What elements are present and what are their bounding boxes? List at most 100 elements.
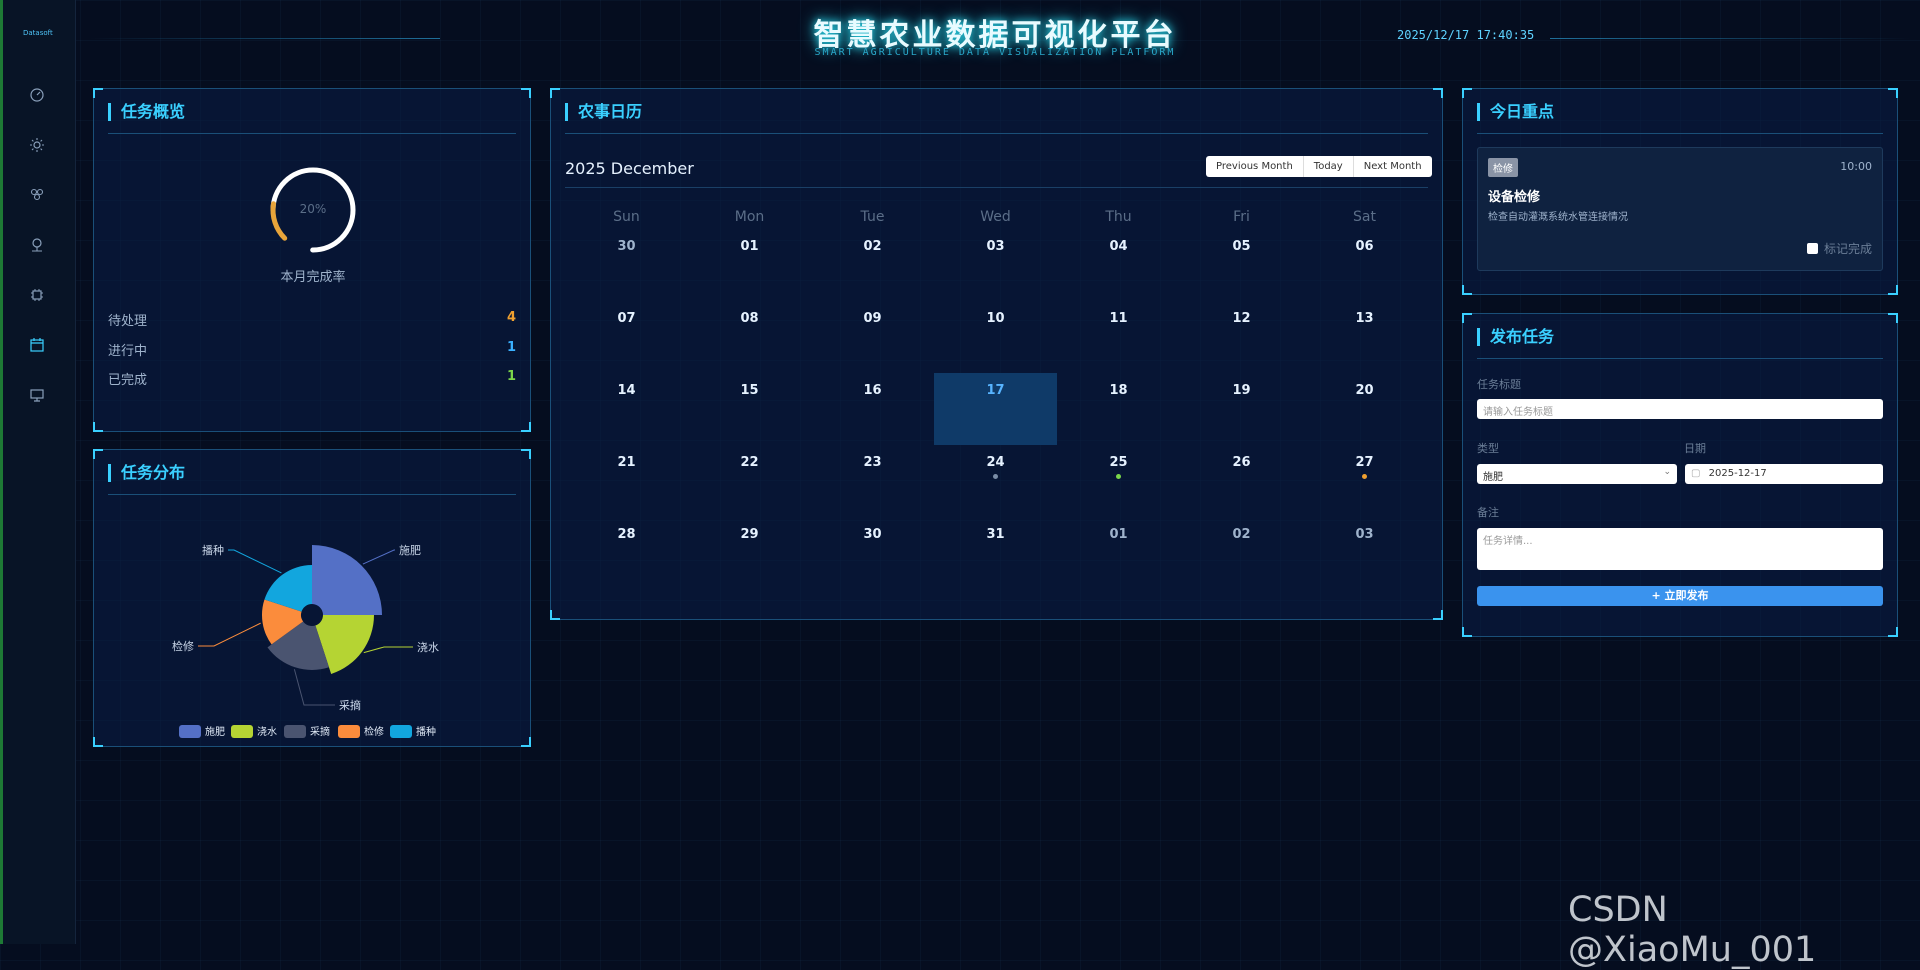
pie-leader-line bbox=[362, 549, 395, 565]
day-number: 10 bbox=[986, 311, 1005, 326]
day-number: 30 bbox=[863, 527, 882, 542]
sun-icon bbox=[30, 138, 44, 152]
calendar-day[interactable]: 17 bbox=[934, 373, 1057, 445]
day-number: 31 bbox=[986, 527, 1005, 542]
prev-month-button[interactable]: Previous Month bbox=[1206, 156, 1304, 177]
task-card[interactable]: 检修 10:00 设备检修 检查自动灌溉系统水管连接情况 标记完成 bbox=[1477, 147, 1883, 271]
calendar-day[interactable]: 16 bbox=[811, 373, 934, 445]
stat-value: 1 bbox=[506, 340, 516, 355]
legend-swatch[interactable] bbox=[179, 725, 201, 738]
checkbox-icon bbox=[1806, 243, 1818, 254]
calendar-day[interactable]: 13 bbox=[1303, 301, 1426, 373]
publish-panel: 发布任务 任务标题 请输入任务标题 类型 施肥 ⌄ 日期 ▢ 2025-12-1… bbox=[1462, 313, 1898, 637]
calendar-day[interactable]: 22 bbox=[688, 445, 811, 517]
type-select[interactable]: 施肥 ⌄ bbox=[1477, 464, 1677, 484]
calendar-day[interactable]: 12 bbox=[1180, 301, 1303, 373]
day-number: 02 bbox=[863, 239, 882, 254]
calendar-day[interactable]: 26 bbox=[1180, 445, 1303, 517]
day-number: 11 bbox=[1109, 311, 1128, 326]
stat-label: 进行中 bbox=[108, 344, 148, 359]
calendar-day[interactable]: 31 bbox=[934, 517, 1057, 589]
calendar-day[interactable]: 27 bbox=[1303, 445, 1426, 517]
legend-label: 浇水 bbox=[257, 725, 277, 738]
legend-label: 检修 bbox=[364, 725, 384, 738]
weekday-header: Fri bbox=[1233, 209, 1250, 225]
nav-dashboard[interactable] bbox=[23, 81, 51, 109]
next-month-button[interactable]: Next Month bbox=[1354, 156, 1432, 177]
weekday-header: Tue bbox=[860, 209, 885, 225]
calendar-day[interactable]: 11 bbox=[1057, 301, 1180, 373]
legend-swatch[interactable] bbox=[338, 725, 360, 738]
calendar-day[interactable]: 30 bbox=[565, 229, 688, 301]
calendar-icon: ▢ bbox=[1691, 468, 1701, 479]
calendar-day[interactable]: 02 bbox=[1180, 517, 1303, 589]
task-title-input[interactable]: 请输入任务标题 bbox=[1477, 399, 1883, 419]
nav-devices[interactable] bbox=[23, 281, 51, 309]
overview-panel: 任务概览 20% 本月完成率 待处理 4 进行中 1 已完成 1 bbox=[93, 88, 531, 432]
day-number: 25 bbox=[1109, 455, 1128, 470]
calendar-day[interactable]: 01 bbox=[1057, 517, 1180, 589]
today-focus-panel: 今日重点 检修 10:00 设备检修 检查自动灌溉系统水管连接情况 标记完成 bbox=[1462, 88, 1898, 295]
location-icon bbox=[32, 238, 42, 252]
legend-swatch[interactable] bbox=[284, 725, 306, 738]
note-textarea[interactable]: 任务详情... bbox=[1477, 528, 1883, 570]
calendar-day[interactable]: 14 bbox=[565, 373, 688, 445]
nav-weather[interactable] bbox=[23, 131, 51, 159]
today-button[interactable]: Today bbox=[1304, 156, 1354, 177]
weekday-header: Sat bbox=[1353, 209, 1376, 225]
calendar-day[interactable]: 24 bbox=[934, 445, 1057, 517]
calendar-day[interactable]: 05 bbox=[1180, 229, 1303, 301]
legend-swatch[interactable] bbox=[390, 725, 412, 738]
calendar-day[interactable]: 15 bbox=[688, 373, 811, 445]
calendar-day[interactable]: 04 bbox=[1057, 229, 1180, 301]
calendar-day[interactable]: 02 bbox=[811, 229, 934, 301]
pie-label: 采摘 bbox=[339, 698, 361, 712]
calendar-day[interactable]: 08 bbox=[688, 301, 811, 373]
distribution-pie-chart: 施肥浇水采摘检修播种施肥 浇水 采摘 检修 播种 bbox=[172, 543, 439, 738]
nav-calendar[interactable] bbox=[23, 331, 51, 359]
event-dot bbox=[1116, 474, 1121, 479]
calendar-day[interactable]: 03 bbox=[1303, 517, 1426, 589]
calendar-day[interactable]: 06 bbox=[1303, 229, 1426, 301]
date-value: 2025-12-17 bbox=[1708, 468, 1767, 479]
pie-label: 检修 bbox=[172, 639, 194, 653]
calendar-day[interactable]: 07 bbox=[565, 301, 688, 373]
day-number: 26 bbox=[1232, 455, 1251, 470]
gauge-percent: 20% bbox=[299, 202, 327, 216]
publish-button[interactable]: + 立即发布 bbox=[1477, 586, 1883, 606]
nav-crops[interactable] bbox=[23, 181, 51, 209]
legend-swatch[interactable] bbox=[231, 725, 253, 738]
day-number: 21 bbox=[617, 455, 636, 470]
calendar-day[interactable]: 29 bbox=[688, 517, 811, 589]
calendar-day[interactable]: 18 bbox=[1057, 373, 1180, 445]
weekday-header: Sun bbox=[613, 209, 640, 225]
stat-label: 已完成 bbox=[108, 373, 148, 388]
pie-slice[interactable] bbox=[312, 545, 382, 615]
calendar-day[interactable]: 20 bbox=[1303, 373, 1426, 445]
event-dot bbox=[1362, 474, 1367, 479]
day-number: 05 bbox=[1232, 239, 1251, 254]
divider bbox=[108, 133, 516, 134]
nav-map[interactable] bbox=[23, 231, 51, 259]
calendar-day[interactable]: 03 bbox=[934, 229, 1057, 301]
mark-done-checkbox[interactable]: 标记完成 bbox=[1806, 240, 1872, 257]
calendar-day[interactable]: 09 bbox=[811, 301, 934, 373]
type-label: 类型 bbox=[1477, 442, 1499, 455]
day-number: 02 bbox=[1232, 527, 1251, 542]
calendar-day[interactable]: 25 bbox=[1057, 445, 1180, 517]
calendar-day[interactable]: 30 bbox=[811, 517, 934, 589]
calendar-day[interactable]: 23 bbox=[811, 445, 934, 517]
nav-monitor[interactable] bbox=[23, 381, 51, 409]
type-value: 施肥 bbox=[1483, 472, 1503, 483]
day-number: 29 bbox=[740, 527, 759, 542]
calendar-day[interactable]: 19 bbox=[1180, 373, 1303, 445]
calendar-day[interactable]: 21 bbox=[565, 445, 688, 517]
calendar-day[interactable]: 10 bbox=[934, 301, 1057, 373]
calendar-day[interactable]: 28 bbox=[565, 517, 688, 589]
calendar-day[interactable]: 01 bbox=[688, 229, 811, 301]
event-dot bbox=[993, 474, 998, 479]
divider bbox=[565, 133, 1428, 134]
day-number: 03 bbox=[1355, 527, 1374, 542]
calendar-panel: 农事日历 2025 December Previous Month Today … bbox=[550, 88, 1443, 620]
date-input[interactable]: ▢ 2025-12-17 bbox=[1685, 464, 1883, 484]
